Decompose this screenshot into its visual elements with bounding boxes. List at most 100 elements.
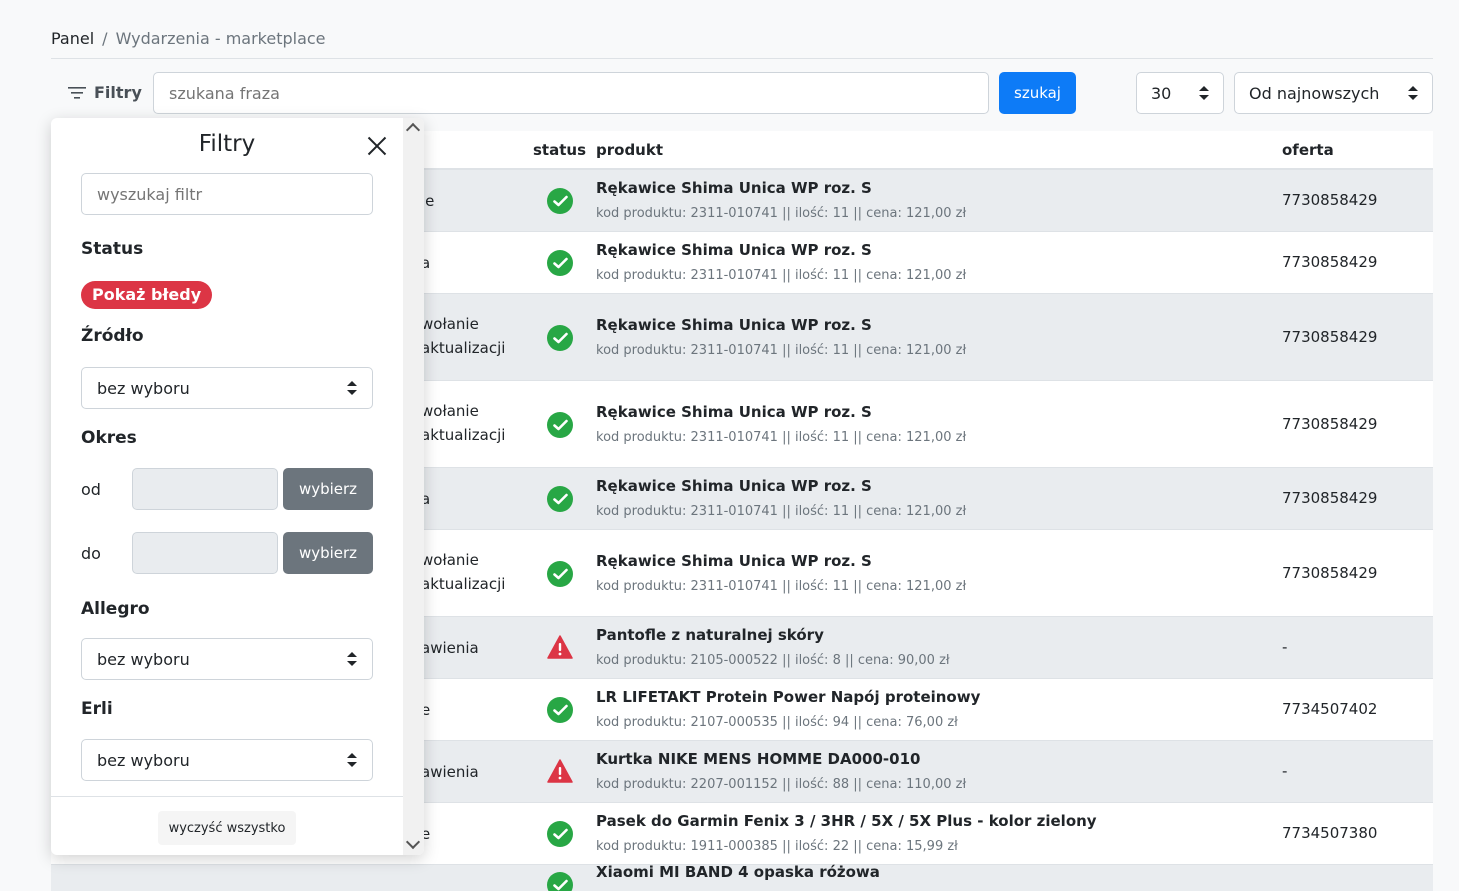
- select-arrows-icon: [347, 652, 357, 666]
- row-product-meta: kod produktu: 2207-001152 || ilość: 88 |…: [596, 777, 967, 792]
- status-ok-icon: [547, 486, 573, 512]
- close-icon[interactable]: [366, 135, 388, 157]
- row-offer[interactable]: 7734507402: [1282, 700, 1377, 718]
- row-offer[interactable]: 7730858429: [1282, 489, 1377, 507]
- clear-all-button[interactable]: wyczyść wszystko: [158, 811, 296, 845]
- filters-panel: Filtry Status Pokaż błedy Źródło bez wyb…: [51, 118, 424, 855]
- row-event-cell: awienia: [421, 760, 479, 784]
- row-product-name[interactable]: Rękawice Shima Unica WP roz. S: [596, 477, 872, 495]
- row-product-name[interactable]: Pasek do Garmin Fenix 3 / 3HR / 5X / 5X …: [596, 812, 1097, 830]
- header-status: status: [533, 141, 586, 159]
- row-product-meta: kod produktu: 2311-010741 || ilość: 11 |…: [596, 342, 967, 358]
- filters-toggle-button[interactable]: Filtry: [68, 83, 142, 102]
- filters-toggle-label: Filtry: [94, 83, 142, 102]
- select-arrows-icon: [347, 381, 357, 395]
- status-warning-icon: [547, 635, 573, 661]
- scroll-down-icon[interactable]: [405, 834, 421, 850]
- select-arrows-icon: [1408, 86, 1418, 100]
- source-select[interactable]: bez wyboru: [81, 367, 373, 409]
- header-product: produkt: [596, 141, 664, 159]
- breadcrumb: Panel / Wydarzenia - marketplace: [51, 29, 326, 48]
- erli-value: bez wyboru: [97, 750, 190, 770]
- scroll-up-icon[interactable]: [405, 122, 421, 138]
- period-heading: Okres: [81, 428, 137, 448]
- from-label: od: [81, 480, 101, 499]
- filters-panel-title: Filtry: [198, 131, 256, 157]
- status-ok-icon: [547, 188, 573, 214]
- row-product-name[interactable]: Rękawice Shima Unica WP roz. S: [596, 316, 872, 334]
- per-page-select[interactable]: 30: [1136, 72, 1224, 114]
- row-product-meta: kod produktu: 2105-000522 || ilość: 8 ||…: [596, 653, 950, 668]
- row-product-name[interactable]: Kurtka NIKE MENS HOMME DA000-010: [596, 750, 920, 768]
- row-offer[interactable]: 7730858429: [1282, 415, 1377, 433]
- row-event-line: aktualizacji: [421, 338, 506, 357]
- row-event-line: wołanie: [421, 401, 479, 420]
- row-product-name[interactable]: Xiaomi MI BAND 4 opaska różowa: [596, 863, 880, 881]
- row-event-cell: wołanie aktualizacji: [421, 548, 505, 596]
- row-event-line: aktualizacji: [421, 425, 506, 444]
- breadcrumb-root[interactable]: Panel: [51, 29, 94, 48]
- row-offer[interactable]: 7734507380: [1282, 824, 1377, 842]
- row-event-cell: awienia: [421, 636, 479, 660]
- row-offer[interactable]: -: [1282, 762, 1287, 780]
- status-heading: Status: [81, 239, 144, 259]
- select-arrows-icon: [347, 753, 357, 767]
- erli-select[interactable]: bez wyboru: [81, 739, 373, 781]
- header-offer: oferta: [1282, 141, 1334, 159]
- row-product-name[interactable]: Rękawice Shima Unica WP roz. S: [596, 552, 872, 570]
- row-event-line: wołanie: [421, 550, 479, 569]
- status-ok-icon: [547, 821, 573, 847]
- row-product-name[interactable]: Rękawice Shima Unica WP roz. S: [596, 403, 872, 421]
- filters-footer-divider: [51, 796, 403, 797]
- row-product-name[interactable]: Pantofle z naturalnej skóry: [596, 626, 824, 644]
- to-label: do: [81, 544, 101, 563]
- source-value: bez wyboru: [97, 378, 190, 398]
- allegro-heading: Allegro: [81, 599, 150, 619]
- breadcrumb-separator: /: [102, 29, 108, 48]
- row-product-name[interactable]: Rękawice Shima Unica WP roz. S: [596, 179, 872, 197]
- row-product-meta: kod produktu: 2311-010741 || ilość: 11 |…: [596, 578, 967, 594]
- row-offer[interactable]: -: [1282, 638, 1287, 656]
- row-product-meta: kod produktu: 2311-010741 || ilość: 11 |…: [596, 504, 967, 519]
- status-ok-icon: [547, 411, 573, 438]
- status-ok-icon: [547, 872, 573, 891]
- choose-to-button[interactable]: wybierz: [283, 532, 373, 574]
- status-ok-icon: [547, 324, 573, 351]
- row-product-name[interactable]: LR LIFETAKT Protein Power Napój proteino…: [596, 688, 980, 706]
- breadcrumb-current: Wydarzenia - marketplace: [115, 29, 326, 48]
- to-date-field[interactable]: [132, 532, 278, 574]
- row-product-meta: kod produktu: 2311-010741 || ilość: 11 |…: [596, 429, 967, 445]
- status-warning-icon: [547, 759, 573, 785]
- filter-search-input[interactable]: [81, 173, 373, 215]
- row-offer[interactable]: 7730858429: [1282, 253, 1377, 271]
- search-input[interactable]: [153, 72, 989, 114]
- table-row[interactable]: Xiaomi MI BAND 4 opaska różowa: [51, 863, 1433, 891]
- row-product-meta: kod produktu: 2311-010741 || ilość: 11 |…: [596, 206, 967, 221]
- status-ok-icon: [547, 560, 573, 587]
- filter-lines-icon: [68, 86, 86, 99]
- filters-scrollbar[interactable]: [403, 118, 424, 855]
- row-product-meta: kod produktu: 2311-010741 || ilość: 11 |…: [596, 268, 967, 283]
- sort-value: Od najnowszych: [1249, 83, 1380, 103]
- row-product-meta: kod produktu: 2107-000535 || ilość: 94 |…: [596, 715, 958, 730]
- row-event-line: aktualizacji: [421, 574, 506, 593]
- row-offer[interactable]: 7730858429: [1282, 191, 1377, 209]
- source-heading: Źródło: [81, 326, 144, 346]
- header-divider: [51, 58, 1433, 59]
- row-product-meta: kod produktu: 1911-000385 || ilość: 22 |…: [596, 839, 958, 854]
- row-product-name[interactable]: Rękawice Shima Unica WP roz. S: [596, 241, 872, 259]
- allegro-select[interactable]: bez wyboru: [81, 638, 373, 680]
- row-event-line: awienia: [421, 639, 479, 657]
- status-ok-icon: [547, 697, 573, 723]
- row-event-cell: wołanie aktualizacji: [421, 399, 505, 447]
- from-date-field[interactable]: [132, 468, 278, 510]
- choose-from-button[interactable]: wybierz: [283, 468, 373, 510]
- row-offer[interactable]: 7730858429: [1282, 328, 1377, 346]
- row-offer[interactable]: 7730858429: [1282, 564, 1377, 582]
- row-event-cell: wołanie aktualizacji: [421, 312, 505, 360]
- erli-heading: Erli: [81, 699, 113, 719]
- search-button[interactable]: szukaj: [999, 72, 1076, 114]
- show-errors-badge[interactable]: Pokaż błedy: [81, 281, 213, 309]
- sort-select[interactable]: Od najnowszych: [1234, 72, 1433, 114]
- select-arrows-icon: [1199, 86, 1209, 100]
